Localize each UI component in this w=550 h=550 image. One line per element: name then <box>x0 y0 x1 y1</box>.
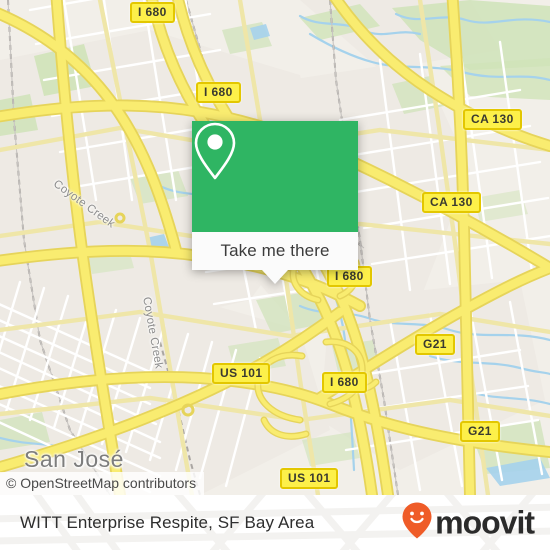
take-me-there-button[interactable]: Take me there <box>192 232 358 284</box>
place-title: WITT Enterprise Respite, SF Bay Area <box>20 512 315 532</box>
highway-shield: I 680 <box>130 2 175 23</box>
highway-shield: I 680 <box>322 372 367 393</box>
location-callout-card[interactable]: Take me there <box>192 121 358 284</box>
highway-shield: I 680 <box>196 82 241 103</box>
moovit-brand[interactable]: moovit <box>401 501 535 544</box>
highway-shield: G21 <box>415 334 455 355</box>
bottom-info-bar: WITT Enterprise Respite, SF Bay Area moo… <box>0 495 550 550</box>
highway-shield: US 101 <box>212 363 271 384</box>
moovit-smiley-pin-icon <box>401 501 433 544</box>
callout-icon-area <box>192 121 358 232</box>
highway-shield: CA 130 <box>463 109 522 130</box>
highway-shield: CA 130 <box>422 192 481 213</box>
map-screenshot: Coyote Creek Coyote Creek San José I 680… <box>0 0 550 550</box>
highway-shield: G21 <box>460 421 500 442</box>
moovit-wordmark: moovit <box>435 504 535 541</box>
callout-pointer <box>262 270 288 284</box>
take-me-there-label: Take me there <box>220 241 330 260</box>
map-canvas[interactable]: Coyote Creek Coyote Creek San José I 680… <box>0 0 550 495</box>
highway-shield: US 101 <box>280 468 339 489</box>
osm-attribution[interactable]: © OpenStreetMap contributors <box>0 472 205 495</box>
